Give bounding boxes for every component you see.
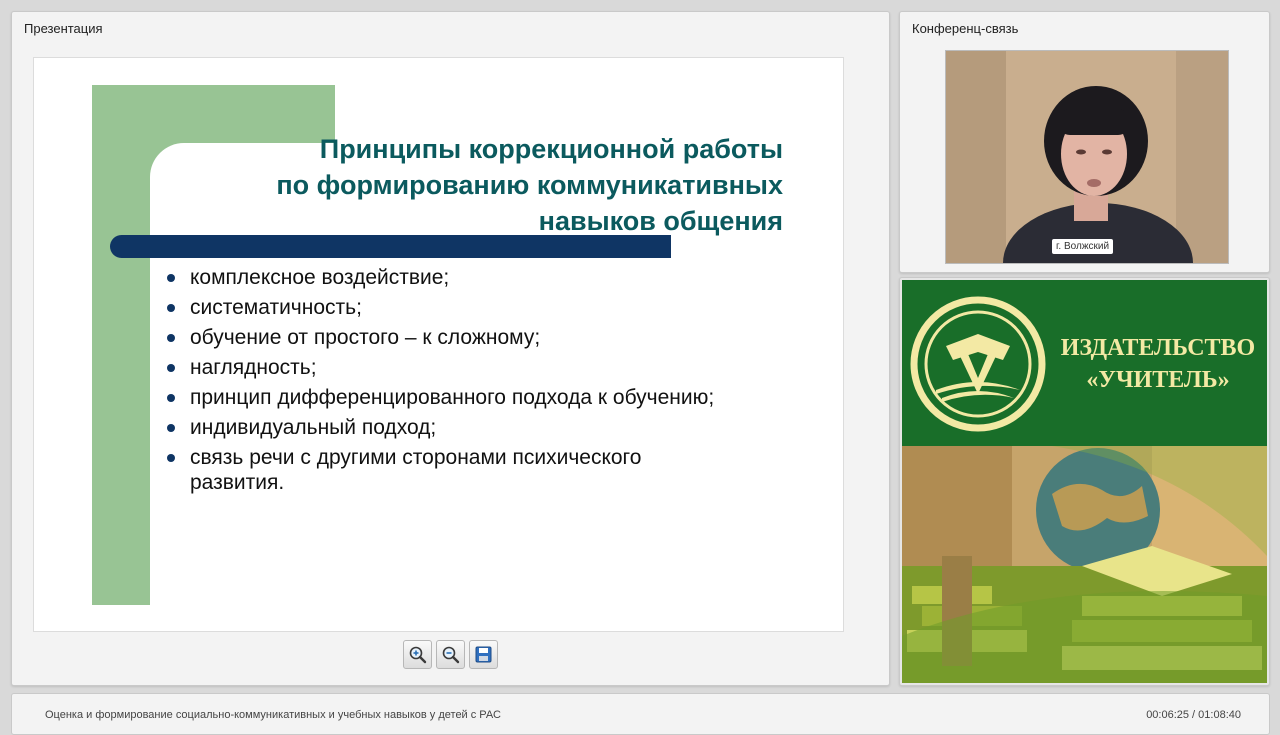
conference-panel: Конференц-связь г. Волжский xyxy=(899,11,1270,273)
zoom-in-button[interactable] xyxy=(403,640,432,669)
slide-bullet: обучение от простого – к сложному; xyxy=(164,325,724,350)
books-globe-illustration xyxy=(902,446,1267,683)
bullet-dot-icon xyxy=(167,454,175,462)
slide-bullet-text: систематичность; xyxy=(190,296,362,319)
slide-bullet-text: индивидуальный подход; xyxy=(190,416,437,439)
publisher-logo-icon xyxy=(910,296,1046,432)
bullet-dot-icon xyxy=(167,424,175,432)
bullet-dot-icon xyxy=(167,394,175,402)
zoom-in-icon xyxy=(409,646,427,664)
bullet-dot-icon xyxy=(167,274,175,282)
conference-panel-title: Конференц-связь xyxy=(912,21,1019,36)
slide-bullet: индивидуальный подход; xyxy=(164,415,724,440)
presentation-panel-title: Презентация xyxy=(24,21,103,36)
slide-bullet: наглядность; xyxy=(164,355,724,380)
presenter-video-frame xyxy=(946,51,1228,263)
publisher-name: ИЗДАТЕЛЬСТВО «УЧИТЕЛЬ» xyxy=(1058,332,1258,396)
slide-bullet: принцип дифференцированного подхода к об… xyxy=(164,385,724,410)
slide-bullet-text: связь речи с другими сторонами психическ… xyxy=(190,446,642,494)
zoom-out-icon xyxy=(442,646,460,664)
player-footer: Оценка и формирование социально-коммуник… xyxy=(11,693,1270,735)
playback-time: 00:06:25 / 01:08:40 xyxy=(1146,709,1241,721)
publisher-name-line1: ИЗДАТЕЛЬСТВО xyxy=(1060,335,1256,361)
slide-bullet-text: наглядность; xyxy=(190,356,317,379)
zoom-out-button[interactable] xyxy=(436,640,465,669)
slide-bullet-text: обучение от простого – к сложному; xyxy=(190,326,541,349)
slide-bullet-text: принцип дифференцированного подхода к об… xyxy=(190,386,715,409)
webcam-video[interactable]: г. Волжский xyxy=(945,50,1229,264)
slide-bullet-text: комплексное воздействие; xyxy=(190,266,450,289)
bullet-dot-icon xyxy=(167,364,175,372)
bullet-dot-icon xyxy=(167,304,175,312)
slide-title: Принципы коррекционной работы по формиро… xyxy=(276,134,783,236)
publisher-banner-header: ИЗДАТЕЛЬСТВО «УЧИТЕЛЬ» xyxy=(902,280,1267,446)
slide-bullet: связь речи с другими сторонами психическ… xyxy=(164,445,724,495)
bullet-dot-icon xyxy=(167,334,175,342)
publisher-name-line2: «УЧИТЕЛЬ» xyxy=(1086,367,1230,393)
presentation-panel: Презентация Принципы коррекционной работ… xyxy=(11,11,890,686)
webinar-title: Оценка и формирование социально-коммуник… xyxy=(45,709,501,721)
save-button[interactable] xyxy=(469,640,498,669)
presentation-slide: Принципы коррекционной работы по формиро… xyxy=(33,57,844,632)
slide-bullet: комплексное воздействие; xyxy=(164,265,724,290)
publisher-banner-image xyxy=(902,446,1267,683)
save-icon xyxy=(475,646,492,663)
slide-bullet-list: комплексное воздействие; систематичность… xyxy=(164,265,724,500)
slide-bullet: систематичность; xyxy=(164,295,724,320)
webcam-location-label: г. Волжский xyxy=(1052,239,1114,254)
publisher-banner[interactable]: ИЗДАТЕЛЬСТВО «УЧИТЕЛЬ» xyxy=(899,277,1270,686)
